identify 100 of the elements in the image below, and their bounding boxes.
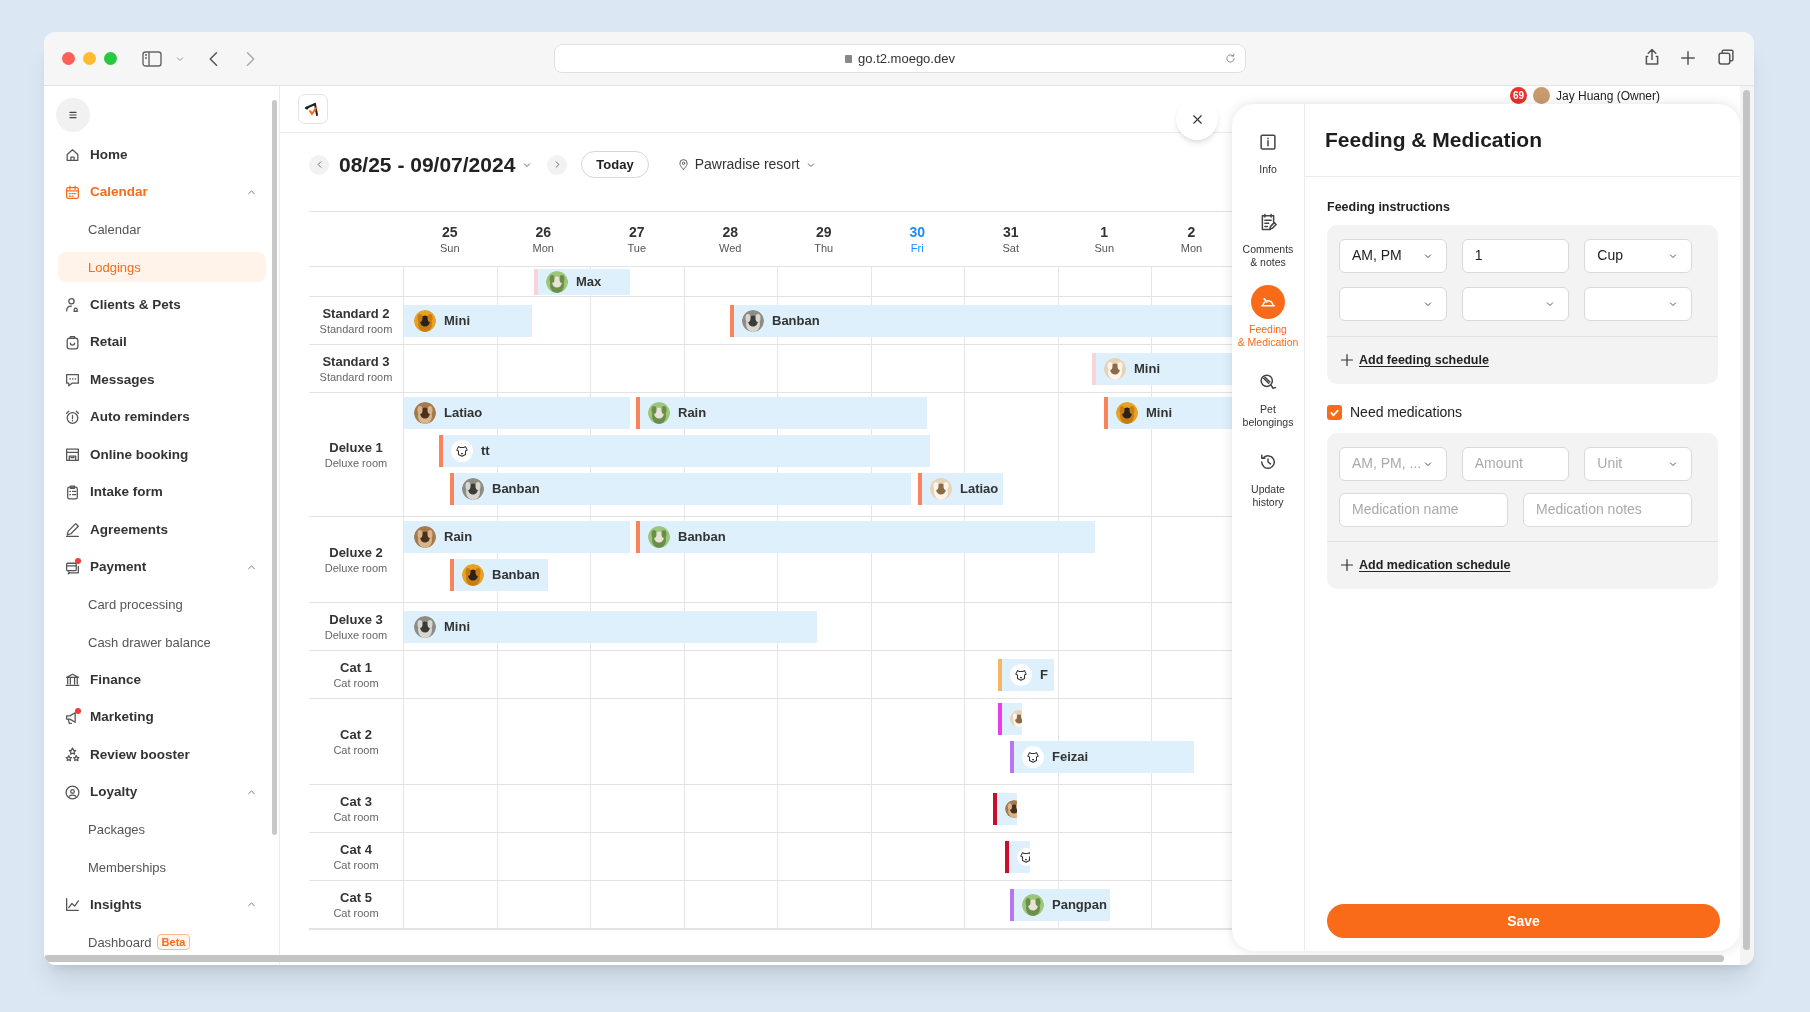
room-type: Standard room [319, 321, 393, 337]
day-header[interactable]: 29 Thu [777, 212, 871, 266]
avatar-icon [1533, 87, 1550, 104]
add-link[interactable]: Add feeding schedule [1359, 350, 1489, 370]
add-link[interactable]: Add medication schedule [1359, 555, 1511, 575]
room-type: Deluxe room [324, 455, 388, 471]
sidebar-item[interactable]: Home [58, 136, 266, 174]
section-heading: Feeding instructions [1327, 199, 1451, 216]
booking-bar[interactable]: Pangpan [1010, 889, 1110, 921]
day-header[interactable]: 28 Wed [683, 212, 777, 266]
booking-bar[interactable]: Latiao [404, 397, 630, 429]
booking-bar[interactable]: tt [439, 435, 930, 467]
people-icon [64, 296, 81, 314]
select-field[interactable] [1339, 286, 1447, 321]
input-field[interactable]: 1 [1461, 238, 1570, 273]
day-header[interactable]: 2 Mon [1151, 212, 1232, 266]
sidebar-item[interactable]: Finance [58, 661, 266, 699]
select-field[interactable]: AM, PM [1339, 238, 1447, 273]
booking-bar[interactable] [993, 793, 1017, 825]
plus-icon [1339, 352, 1355, 369]
pen-icon [64, 521, 81, 539]
address-bar[interactable]: go.t2.moego.dev [554, 44, 1246, 73]
scrollbar[interactable] [1743, 90, 1750, 950]
scrollbar[interactable] [272, 100, 277, 835]
booking-bar[interactable]: Latiao [918, 473, 1003, 505]
notification-badge: 69 [1510, 87, 1527, 104]
sidebar-item[interactable]: Marketing [58, 698, 266, 736]
close-button[interactable] [1176, 98, 1218, 140]
next-button[interactable] [547, 154, 568, 175]
booking-bar[interactable]: Mini [1092, 353, 1232, 385]
select-field[interactable] [1584, 286, 1692, 321]
pin-icon [676, 158, 690, 171]
dog-icon [1010, 664, 1032, 686]
panel-tab[interactable]: Info [1232, 125, 1305, 205]
booking-bar[interactable]: Mini [404, 305, 532, 337]
sidebar-item[interactable]: Retail [58, 323, 266, 361]
day-header[interactable]: 31 Sat [964, 212, 1058, 266]
date-range-picker[interactable]: 08/25 - 09/07/2024 [339, 148, 534, 181]
sidebar-subitem[interactable]: Packages [58, 814, 266, 845]
sidebar-item[interactable]: Messages [58, 361, 266, 399]
alarm-icon [64, 408, 81, 426]
booking-bar[interactable]: Banban [730, 305, 1232, 337]
sidebar-item[interactable]: Review booster [58, 736, 266, 774]
sidebar-item[interactable]: Insights [58, 886, 266, 924]
booking-bar[interactable]: Banban [636, 521, 1095, 553]
booking-bar[interactable]: Rain [636, 397, 927, 429]
room-type: Cat room [333, 675, 379, 691]
clipboard-icon [64, 483, 81, 501]
sidebar-toggle-icon[interactable] [142, 50, 162, 68]
sidebar-item[interactable]: Clients & Pets [58, 286, 266, 324]
sidebar-item[interactable]: Agreements [58, 511, 266, 549]
sidebar-subitem[interactable]: Cash drawer balance [58, 627, 266, 658]
sidebar-item[interactable]: Intake form [58, 473, 266, 511]
sidebar-item[interactable]: Payment [58, 548, 266, 586]
booking-bar[interactable]: Banban [450, 473, 911, 505]
room-name: Cat 5 [340, 888, 372, 906]
info-icon [1258, 132, 1278, 152]
room-name: Cat 3 [340, 792, 372, 810]
home-icon [64, 146, 81, 164]
booking-bar[interactable] [998, 703, 1022, 735]
panel-tab[interactable]: Update history [1232, 445, 1305, 525]
checkbox[interactable] [1327, 405, 1342, 421]
window-control[interactable] [104, 52, 117, 65]
sidebar-item[interactable]: Auto reminders [58, 398, 266, 436]
booking-bar[interactable]: Feizai [1010, 741, 1194, 773]
sidebar-item[interactable]: Loyalty [58, 773, 266, 811]
room-name: Cat 4 [340, 840, 372, 858]
panel-tab[interactable]: Comments & notes [1232, 205, 1305, 285]
sidebar-subitem[interactable]: Memberships [58, 852, 266, 883]
window-control[interactable] [83, 52, 96, 65]
location-selector[interactable]: Pawradise resort [676, 154, 817, 175]
booking-bar[interactable]: Mini [1104, 397, 1232, 429]
sidebar-subitem[interactable]: Card processing [58, 589, 266, 620]
chart-icon [64, 896, 81, 914]
sidebar-subitem[interactable]: Dashboard Beta [58, 927, 266, 958]
select-field[interactable] [1461, 286, 1570, 321]
day-header[interactable]: 27 Tue [590, 212, 684, 266]
app-logo[interactable] [298, 94, 328, 124]
history-icon [1258, 452, 1278, 472]
room-name: Deluxe 1 [329, 438, 383, 456]
day-header[interactable]: 1 Sun [1057, 212, 1151, 266]
room-name: Cat 2 [340, 725, 372, 743]
booking-bar[interactable]: Rain [404, 521, 630, 553]
booking-bar[interactable]: F [998, 659, 1054, 691]
scrollbar[interactable] [44, 955, 1724, 962]
store-icon [64, 446, 81, 464]
window-control[interactable] [62, 52, 75, 65]
menu-button[interactable] [56, 98, 90, 132]
sidebar-subitem[interactable]: Calendar [58, 214, 266, 245]
booking-bar[interactable]: Max [534, 269, 630, 295]
day-header[interactable]: 26 Mon [496, 212, 590, 266]
select-field[interactable]: Cup [1584, 238, 1692, 273]
previous-button[interactable] [309, 154, 329, 175]
booking-bar[interactable] [1005, 841, 1030, 873]
plus-icon [1339, 557, 1355, 574]
sidebar-item[interactable]: Online booking [58, 436, 266, 474]
day-header[interactable]: 25 Sun [403, 212, 497, 266]
booking-bar[interactable]: Mini [404, 611, 817, 643]
panel-tab[interactable]: Pet belongings [1232, 365, 1305, 445]
booking-bar[interactable]: Banban [450, 559, 548, 591]
